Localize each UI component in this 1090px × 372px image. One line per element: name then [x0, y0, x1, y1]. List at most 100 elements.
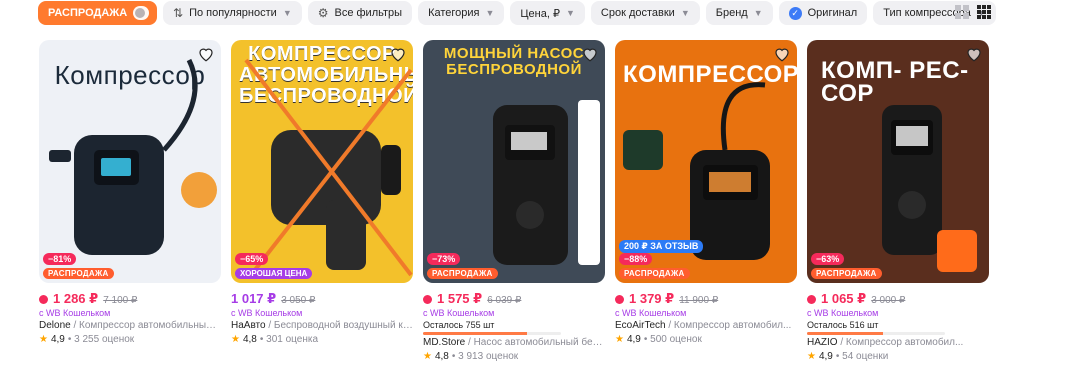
price: 1 575 ₽ [437, 291, 483, 306]
all-filters-label: Все фильтры [334, 7, 403, 19]
product-image[interactable]: МОЩНЫЙ НАСОС БЕСПРОВОДНОЙ −73% РАСПРОДАЖ… [423, 40, 605, 283]
product-name: / Компрессор автомобил... [837, 337, 964, 348]
product-card[interactable]: Компрессор −81% РАСПРОДАЖА 1 286 ₽ 7 100… [39, 40, 221, 345]
reviews-count: • 54 оценки [835, 351, 889, 362]
rating: ★ 4,9 • 3 255 оценок [39, 334, 221, 345]
sale-badge: РАСПРОДАЖА [811, 268, 882, 279]
rating-value: 4,9 [50, 334, 65, 345]
delivery-chip[interactable]: Срок доставки ▼ [590, 1, 700, 25]
rating: ★ 4,9 • 500 оценок [615, 334, 797, 345]
price-row: 1 379 ₽ 11 900 ₽ [615, 291, 797, 307]
grid-large-icon[interactable] [955, 5, 969, 19]
product-title[interactable]: НаАвто / Беспроводной воздушный ком... [231, 320, 413, 331]
product-title[interactable]: MD.Store / Насос автомобильный беспр... [423, 337, 605, 348]
brand-name: HAZIO [807, 337, 838, 348]
compressor-illustration [882, 105, 977, 272]
sale-toggle-chip[interactable]: РАСПРОДАЖА [38, 1, 157, 25]
grid-small-icon[interactable] [977, 5, 991, 19]
wallet-icon [39, 295, 48, 304]
favorite-heart-icon[interactable] [773, 45, 791, 63]
price-row: 1 575 ₽ 6 039 ₽ [423, 291, 605, 307]
product-image[interactable]: Компрессор −81% РАСПРОДАЖА [39, 40, 221, 283]
stock-bar-fill [807, 332, 883, 335]
check-icon: ✓ [788, 6, 802, 20]
favorite-heart-icon[interactable] [581, 45, 599, 63]
rating-value: 4,8 [434, 351, 449, 362]
star-icon: ★ [423, 351, 432, 362]
chevron-down-icon: ▼ [282, 8, 292, 18]
favorite-heart-icon[interactable] [197, 45, 215, 63]
all-filters-chip[interactable]: ⚙ Все фильтры [307, 1, 413, 25]
rating-value: 4,8 [242, 334, 257, 345]
price-chip[interactable]: Цена, ₽ ▼ [510, 1, 585, 25]
product-title[interactable]: HAZIO / Компрессор автомобил... [807, 337, 989, 348]
brand-chip[interactable]: Бренд ▼ [705, 1, 773, 25]
wallet-icon [615, 295, 624, 304]
stock-remaining: Осталось 755 шт [423, 320, 495, 330]
sale-toggle[interactable] [133, 6, 149, 20]
old-price: 3 000 ₽ [871, 295, 906, 306]
rating: ★ 4,9 • 54 оценки [807, 351, 989, 362]
price-row: 1 286 ₽ 7 100 ₽ [39, 291, 221, 307]
price: 1 017 ₽ [231, 291, 277, 306]
old-price: 11 900 ₽ [679, 295, 719, 306]
rating: ★ 4,8 • 301 оценка [231, 334, 413, 345]
chevron-down-icon: ▼ [565, 8, 575, 18]
sort-label: По популярности [189, 7, 277, 19]
wallet-icon [807, 295, 816, 304]
compressor-illustration [49, 58, 217, 255]
delivery-label: Срок доставки [600, 7, 675, 19]
star-icon: ★ [807, 351, 816, 362]
product-image[interactable]: КОМП- РЕС- СОР −63% РАСПРОДАЖА [807, 40, 989, 283]
product-card[interactable]: МОЩНЫЙ НАСОС БЕСПРОВОДНОЙ −73% РАСПРОДАЖ… [423, 40, 605, 362]
wallet-note: с WB Кошельком [423, 308, 495, 318]
product-name: / Компрессор автомобильный от... [70, 320, 221, 331]
price: 1 286 ₽ [53, 291, 99, 306]
reviews-count: • 500 оценок [643, 334, 702, 345]
wallet-note: с WB Кошельком [231, 308, 303, 318]
original-chip[interactable]: ✓ Оригинал [778, 1, 868, 25]
discount-badge: −81% [43, 253, 77, 265]
product-image[interactable]: КОМПРЕССОР −88% РАСПРОДАЖА 200 ₽ ЗА ОТЗЫ… [615, 40, 797, 283]
product-name: / Насос автомобильный беспр... [465, 337, 605, 348]
category-chip[interactable]: Категория ▼ [418, 1, 505, 25]
rating-value: 4,9 [818, 351, 833, 362]
wallet-icon [423, 295, 432, 304]
old-price: 3 050 ₽ [281, 295, 316, 306]
discount-badge: −88% [619, 253, 653, 265]
product-title[interactable]: EcoAirTech / Компрессор автомобил... [615, 320, 797, 331]
price-filter-label: Цена, ₽ [520, 7, 560, 20]
product-card[interactable]: КОМП- РЕС- СОР −63% РАСПРОДАЖА 1 065 ₽ 3… [807, 40, 989, 362]
reviews-count: • 301 оценка [259, 334, 319, 345]
wallet-note: с WB Кошельком [615, 308, 687, 318]
filter-sliders-icon: ⚙ [317, 6, 329, 20]
stock-bar [807, 332, 945, 335]
brand-filter-label: Бренд [715, 7, 748, 19]
product-image[interactable]: КОМПРЕССОР АВТОМОБИЛЬНЫЙ БЕСПРОВОДНОЙ −6… [231, 40, 413, 283]
sort-chip[interactable]: ⇅ По популярности ▼ [163, 1, 302, 25]
reviews-count: • 3 255 оценок [67, 334, 135, 345]
brand-name: EcoAirTech [615, 320, 666, 331]
chevron-down-icon: ▼ [680, 8, 690, 18]
good-price-badge: ХОРОШАЯ ЦЕНА [235, 268, 313, 279]
chevron-down-icon: ▼ [753, 8, 763, 18]
sale-label: РАСПРОДАЖА [48, 7, 128, 19]
old-price: 6 039 ₽ [487, 295, 522, 306]
favorite-heart-icon[interactable] [389, 45, 407, 63]
old-price: 7 100 ₽ [103, 295, 138, 306]
star-icon: ★ [39, 334, 48, 345]
category-label: Категория [428, 7, 480, 19]
filter-bar: РАСПРОДАЖА ⇅ По популярности ▼ ⚙ Все фил… [38, 0, 996, 26]
compressor-illustration [244, 58, 413, 277]
product-card[interactable]: КОМПРЕССОР −88% РАСПРОДАЖА 200 ₽ ЗА ОТЗЫ… [615, 40, 797, 345]
product-title[interactable]: Delone / Компрессор автомобильный от... [39, 320, 221, 331]
sale-badge: РАСПРОДАЖА [427, 268, 498, 279]
favorite-heart-icon[interactable] [965, 45, 983, 63]
wallet-note: с WB Кошельком [39, 308, 111, 318]
product-card[interactable]: КОМПРЕССОР АВТОМОБИЛЬНЫЙ БЕСПРОВОДНОЙ −6… [231, 40, 413, 345]
product-name: / Компрессор автомобил... [665, 320, 792, 331]
wallet-note: с WB Кошельком [807, 308, 879, 318]
brand-name: MD.Store [423, 337, 466, 348]
brand-name: НаАвто [231, 320, 266, 331]
rating-value: 4,9 [626, 334, 641, 345]
